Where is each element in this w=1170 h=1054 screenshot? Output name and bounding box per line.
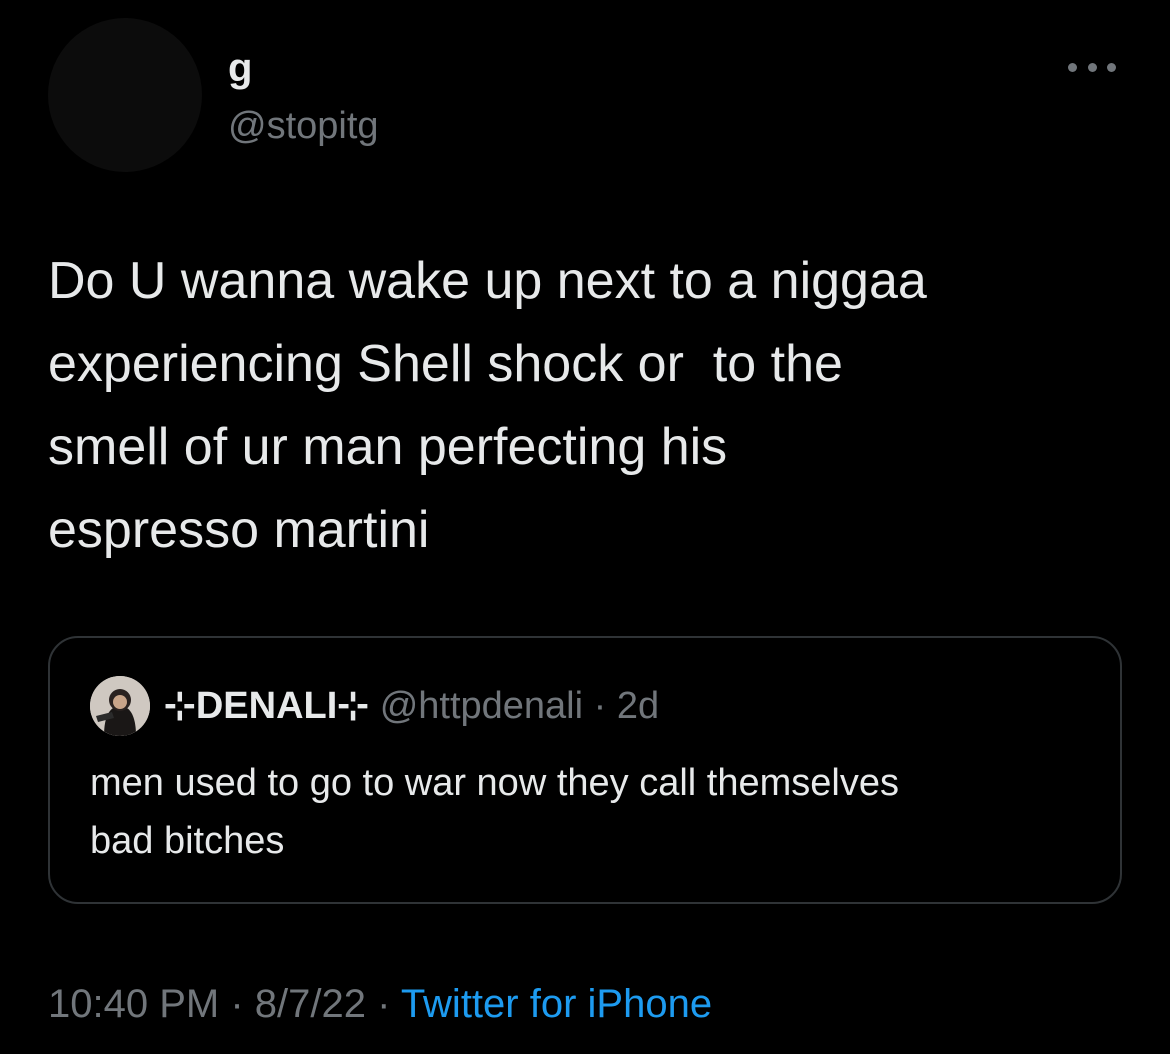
quoted-tweet-header: ⊹DENALI⊹ @httpdenali · 2d <box>164 682 659 730</box>
tweet-text-line: espresso martini <box>48 501 430 559</box>
tweet-text-line: smell of ur man perfecting his <box>48 418 728 476</box>
quoted-author-avatar <box>90 676 150 736</box>
quoted-author-name[interactable]: ⊹DENALI⊹ <box>164 685 369 727</box>
tweet-metadata: 10:40 PM · 8/7/22 · Twitter for iPhone <box>48 978 712 1030</box>
more-dot <box>1087 62 1097 72</box>
tweet-text: Do U wanna wake up next to a niggaa exper… <box>48 240 1128 572</box>
separator <box>606 685 617 727</box>
tweet-date[interactable]: 8/7/22 <box>255 982 366 1026</box>
tweet-source-link[interactable]: Twitter for iPhone <box>401 982 712 1026</box>
more-horizontal-icon <box>1068 62 1077 72</box>
quoted-tweet-age[interactable]: 2d <box>617 685 659 727</box>
quoted-tweet-text: men used to go to war now they call them… <box>90 754 1080 870</box>
separator-dot: · <box>365 982 401 1026</box>
more-dot <box>1107 62 1116 72</box>
separator-dot: · <box>593 685 607 727</box>
quoted-author-handle[interactable]: @httpdenali <box>380 685 583 727</box>
tweet-text-line: experiencing Shell shock or to the <box>48 335 843 393</box>
author-handle[interactable]: @stopitg <box>228 103 379 149</box>
tweet-text-line: Do U wanna wake up next to a niggaa <box>48 252 927 310</box>
separator-dot: · <box>219 982 255 1026</box>
quoted-text-line: bad bitches <box>90 820 285 862</box>
more-options-button[interactable] <box>1066 52 1118 82</box>
author-display-name[interactable]: g <box>228 44 252 92</box>
author-avatar[interactable] <box>48 18 202 172</box>
quoted-tweet-card[interactable]: ⊹DENALI⊹ @httpdenali · 2d men used to go… <box>48 636 1122 904</box>
tweet-detail: g @stopitg Do U wanna wake up next to a … <box>0 0 1170 1054</box>
tweet-time[interactable]: 10:40 PM <box>48 982 219 1026</box>
quoted-text-line: men used to go to war now they call them… <box>90 762 899 804</box>
separator <box>583 685 594 727</box>
quoted-avatar-photo <box>90 676 150 736</box>
